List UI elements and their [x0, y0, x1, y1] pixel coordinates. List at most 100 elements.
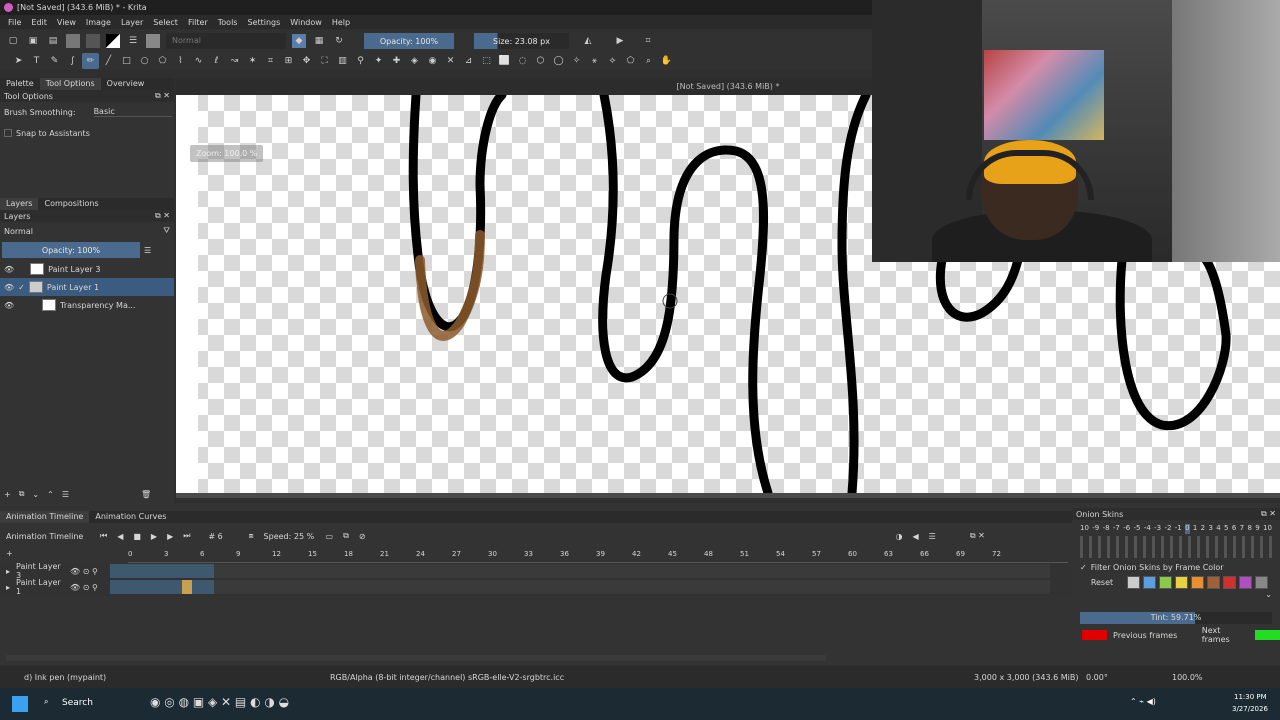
smart-patch-icon[interactable]: ✚ [388, 53, 405, 69]
rect-select-icon[interactable]: ⬜ [496, 53, 513, 69]
onion-opacity-bars[interactable] [1080, 536, 1272, 558]
menu-view[interactable]: View [53, 18, 80, 27]
layer-row[interactable]: 👁 Paint Layer 3 [0, 260, 174, 278]
menu-filter[interactable]: Filter [184, 18, 212, 27]
crop-icon[interactable]: ⛶ [316, 53, 333, 69]
speed-spinbox[interactable]: Speed: 25 % [264, 532, 316, 541]
frame-spinbox[interactable]: # 6 [208, 532, 238, 541]
move-down-icon[interactable]: ⌄ [32, 490, 39, 499]
crop-tool-icon[interactable]: ⌗ [262, 53, 279, 69]
color-purple[interactable] [1239, 575, 1252, 589]
fill-tool-icon[interactable]: ◈ [406, 53, 423, 69]
visibility-eye-icon[interactable]: 👁 [4, 301, 14, 310]
windows-start-icon[interactable] [12, 696, 28, 712]
frame-track[interactable] [109, 580, 1050, 594]
open-document-icon[interactable]: ▣ [26, 34, 40, 48]
select-shapes-icon[interactable]: ➤ [10, 53, 27, 69]
gradient-icon[interactable] [66, 34, 80, 48]
next-frame-icon[interactable]: ▶ [167, 532, 173, 541]
layer-row[interactable]: 👁 Transparency Ma... [0, 296, 174, 314]
menu-help[interactable]: Help [328, 18, 354, 27]
polygon-tool-icon[interactable]: ⬠ [154, 53, 171, 69]
color-picker-icon[interactable]: ⚲ [352, 53, 369, 69]
menu-file[interactable]: File [4, 18, 25, 27]
reference-images-icon[interactable]: ⬚ [478, 53, 495, 69]
alpha-lock-icon[interactable]: ▦ [312, 34, 326, 48]
save-icon[interactable]: ▤ [46, 34, 60, 48]
color-none[interactable] [1127, 575, 1140, 589]
layer-toggle-icon[interactable]: ▸ [6, 567, 10, 576]
menu-edit[interactable]: Edit [27, 18, 51, 27]
enclose-fill-icon[interactable]: ◉ [424, 53, 441, 69]
rotation-status[interactable]: 0.00° [1086, 673, 1108, 682]
color-blue[interactable] [1143, 575, 1156, 589]
onion-float-close-icon[interactable]: ⧉ ✕ [1261, 509, 1276, 519]
bezier-select-icon[interactable]: ⟡ [604, 53, 621, 69]
clock-date[interactable]: 3/27/2026 [1232, 705, 1268, 713]
move-up-icon[interactable]: ⌃ [47, 490, 54, 499]
layer-visibility-icons[interactable]: 👁 ⊙ ⚲ [70, 583, 98, 592]
brush-presets-icon[interactable]: ☰ [126, 34, 140, 48]
tab-compositions[interactable]: Compositions [38, 198, 104, 210]
line-tool-icon[interactable]: ╱ [100, 53, 117, 69]
image-dimensions-status[interactable]: 3,000 x 3,000 (343.6 MiB) [974, 673, 1078, 682]
anim-menu-icon[interactable]: ☰ [929, 532, 936, 541]
snap-checkbox[interactable] [4, 129, 12, 137]
filter-checkbox[interactable]: ✓ [1080, 563, 1087, 572]
menu-window[interactable]: Window [286, 18, 326, 27]
add-layer-plus[interactable]: + [6, 549, 13, 558]
tab-tool-options[interactable]: Tool Options [39, 78, 101, 90]
tab-animation-curves[interactable]: Animation Curves [89, 511, 172, 523]
tab-palette[interactable]: Palette [0, 78, 40, 90]
duplicate-layer-icon[interactable]: ⧉ [19, 489, 25, 499]
transform-tool-icon[interactable]: ⊞ [280, 53, 297, 69]
filter-icon[interactable]: ⛛ [163, 226, 170, 236]
gradient-tool-icon[interactable]: ▥ [334, 53, 351, 69]
color-yellow[interactable] [1175, 575, 1188, 589]
visibility-eye-icon[interactable]: 👁 [4, 283, 14, 292]
app-icons[interactable]: ◉ ◎ ◍ ▣ ◈ ✕ ▤ ◐ ◑ ◒ [150, 695, 289, 709]
freehand-brush-icon[interactable]: ✏ [82, 53, 99, 69]
dynamic-brush-icon[interactable]: ↝ [226, 53, 243, 69]
similar-select-icon[interactable]: ⚹ [586, 53, 603, 69]
tint-slider[interactable]: Tint: 59.71% [1080, 612, 1272, 624]
opacity-slider[interactable]: Opacity: 100% [364, 33, 454, 49]
menu-image[interactable]: Image [82, 18, 115, 27]
polyline-tool-icon[interactable]: ⌇ [172, 53, 189, 69]
edit-shapes-icon[interactable]: ✎ [46, 53, 63, 69]
anim-float-close-icon[interactable]: ⧉ ✕ [970, 531, 985, 541]
eraser-mode-icon[interactable]: ◆ [292, 34, 306, 48]
onion-frame-scale[interactable]: 10 -9 -8 -7 -6 -5 -4 -3 -2 -1 0 1 2 3 4 5 6 7 8 9 10 [1072, 520, 1280, 534]
expand-chevron-icon[interactable]: ⌄ [1072, 590, 1280, 612]
timeline-scrollbar[interactable] [6, 655, 826, 661]
tray-icons[interactable]: ⌃ ⌁ ◀) [1130, 697, 1156, 706]
color-green[interactable] [1159, 575, 1172, 589]
time-icon[interactable]: ⧈ [248, 531, 253, 541]
layer-menu-icon[interactable]: ☰ [144, 246, 151, 255]
clock-time[interactable]: 11:30 PM [1234, 693, 1267, 701]
ellipse-select-icon[interactable]: ◌ [514, 53, 531, 69]
pattern-icon[interactable] [86, 34, 100, 48]
size-slider[interactable]: Size: 23.08 px [474, 33, 569, 49]
next-frames-color[interactable] [1254, 630, 1280, 640]
delete-layer-icon[interactable]: 🗑 [141, 490, 151, 499]
search-icon[interactable]: ⌕ [44, 697, 48, 707]
layer-visibility-icons[interactable]: 👁 ⊙ ⚲ [70, 567, 98, 576]
ellipse-tool-icon[interactable]: ○ [136, 53, 153, 69]
text-tool-icon[interactable]: T [28, 53, 45, 69]
colorize-mask-icon[interactable]: ✦ [370, 53, 387, 69]
bezier-tool-icon[interactable]: ∿ [190, 53, 207, 69]
color-swatch-icon[interactable] [106, 34, 120, 48]
magnetic-select-icon[interactable]: ⬠ [622, 53, 639, 69]
timeline-layer-row[interactable]: ▸ Paint Layer 1 👁 ⊙ ⚲ [0, 578, 1072, 596]
blend-mode-select[interactable]: Normal [166, 33, 286, 49]
reset-button[interactable]: Reset [1080, 578, 1124, 587]
last-frame-icon[interactable]: ⏭ [183, 531, 190, 541]
move-tool-icon[interactable]: ✥ [298, 53, 315, 69]
contiguous-select-icon[interactable]: ✧ [568, 53, 585, 69]
loop-icon[interactable]: ⧉ [343, 531, 349, 541]
freehand-select-icon[interactable]: ◯ [550, 53, 567, 69]
zoom-status[interactable]: 100.0% [1172, 673, 1203, 682]
tab-overview[interactable]: Overview [101, 78, 151, 90]
menu-settings[interactable]: Settings [243, 18, 284, 27]
